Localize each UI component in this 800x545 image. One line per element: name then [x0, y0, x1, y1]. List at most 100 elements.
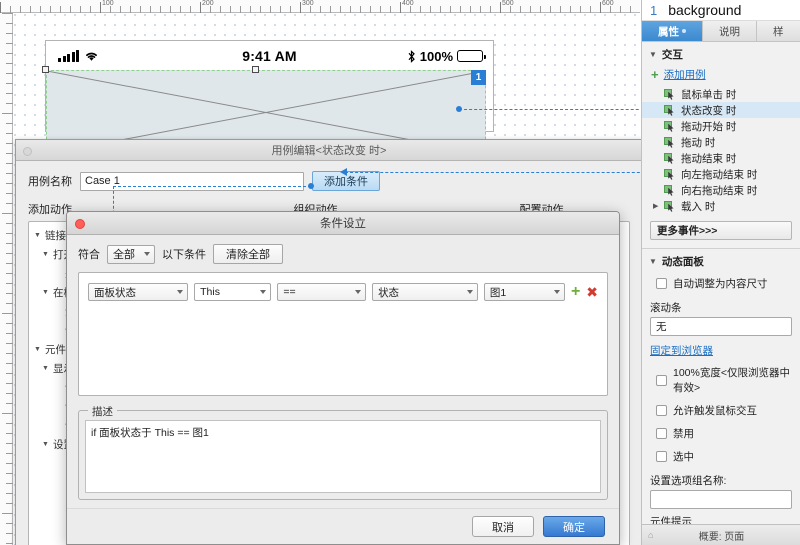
- ruler-tick: [120, 6, 121, 13]
- ruler-label: 200: [202, 0, 214, 7]
- condition-row[interactable]: 面板状态 This == 状态 图1 + ✖: [88, 283, 598, 301]
- ruler-tick: [40, 6, 41, 13]
- ruler-tick: [600, 2, 601, 13]
- add-case-button[interactable]: + 添加用例: [642, 65, 800, 86]
- event-label: 拖动 时: [681, 136, 716, 149]
- tab-properties[interactable]: 属性: [642, 21, 703, 41]
- ruler-label: 500: [502, 0, 514, 7]
- checkbox-label: 允许触发鼠标交互: [673, 405, 757, 417]
- ruler-tick: [6, 273, 13, 274]
- description-legend: 描述: [88, 404, 117, 419]
- chevron-down-icon[interactable]: ▼: [42, 365, 50, 372]
- match-mode-select[interactable]: 全部: [107, 244, 155, 264]
- section-header-interaction[interactable]: ▼ 交互: [642, 42, 800, 65]
- chevron-down-icon[interactable]: ▼: [34, 346, 42, 353]
- chevron-down-icon: [466, 290, 473, 294]
- condition-operator-select[interactable]: ==: [277, 283, 367, 301]
- resize-handle-top-center[interactable]: [252, 66, 259, 73]
- pin-to-browser-link[interactable]: 固定到浏览器: [642, 336, 800, 361]
- checkbox[interactable]: [656, 451, 667, 462]
- plus-icon[interactable]: +: [571, 284, 580, 300]
- condition-target-select[interactable]: This: [194, 283, 272, 301]
- dynamic-panel-checkbox-row[interactable]: 100%宽度<仅限浏览器中有效>: [642, 361, 800, 399]
- event-list-item[interactable]: 拖动 时: [642, 134, 800, 150]
- checkbox[interactable]: [656, 374, 667, 386]
- properties-scroll-area[interactable]: ▼ 交互 + 添加用例 鼠标单击 时状态改变 时拖动开始 时拖动 时拖动结束 时…: [642, 42, 800, 544]
- event-cursor-icon: [664, 200, 675, 212]
- ruler-tick: [560, 6, 561, 13]
- chevron-down-icon[interactable]: ▼: [42, 251, 50, 258]
- ruler-tick: [6, 173, 13, 174]
- right-properties-panel[interactable]: 1 background 属性 说明 样 ▼ 交互 + 添加用例 鼠标单击 时状态改…: [641, 0, 800, 545]
- cancel-button[interactable]: 取消: [472, 516, 534, 537]
- tab-label: 样: [773, 25, 784, 38]
- properties-tabs[interactable]: 属性 说明 样: [642, 21, 800, 42]
- event-label: 向右拖动结束 时: [681, 184, 758, 197]
- event-list-item[interactable]: 拖动开始 时: [642, 118, 800, 134]
- dynamic-panel-checkbox-row[interactable]: 选中: [642, 445, 800, 468]
- dynamic-panel-checkbox-row[interactable]: 允许触发鼠标交互: [642, 399, 800, 422]
- chevron-right-icon[interactable]: ▶: [653, 202, 658, 210]
- checkbox[interactable]: [656, 405, 667, 416]
- event-cursor-icon: [664, 184, 675, 196]
- ruler-tick: [6, 373, 13, 374]
- chevron-down-icon[interactable]: ▼: [42, 441, 50, 448]
- ruler-tick: [6, 323, 13, 324]
- ruler-tick: [6, 383, 13, 384]
- ruler-tick: [2, 513, 13, 514]
- condition-value-select[interactable]: 图1: [483, 283, 565, 301]
- ruler-tick: [490, 6, 491, 13]
- scrollbar-select[interactable]: 无: [650, 317, 792, 336]
- event-list-item[interactable]: 状态改变 时: [642, 102, 800, 118]
- ruler-tick: [370, 6, 371, 13]
- ruler-tick: [6, 283, 13, 284]
- auto-fit-checkbox-row[interactable]: 自动调整为内容尺寸: [642, 272, 800, 295]
- event-label: 鼠标单击 时: [681, 88, 737, 101]
- chevron-down-icon: ▼: [649, 257, 657, 266]
- close-icon[interactable]: [75, 219, 85, 229]
- ruler-tick: [140, 6, 141, 13]
- dynamic-panel-checkbox-row[interactable]: 禁用: [642, 422, 800, 445]
- auto-fit-checkbox[interactable]: [656, 278, 667, 289]
- ruler-tick: [6, 53, 13, 54]
- close-icon[interactable]: ✖: [586, 285, 598, 299]
- ruler-tick: [340, 6, 341, 13]
- event-list-item[interactable]: 向右拖动结束 时: [642, 182, 800, 198]
- ruler-tick: [630, 6, 631, 13]
- section-header-dynamic-panel[interactable]: ▼ 动态面板: [642, 249, 800, 272]
- ruler-tick: [60, 6, 61, 13]
- condition-subject-select[interactable]: 面板状态: [88, 283, 189, 301]
- action-tree-item-label: 链接: [45, 230, 66, 242]
- event-list-item[interactable]: 拖动结束 时: [642, 150, 800, 166]
- condition-dialog-footer: 取消 确定: [67, 508, 619, 544]
- resize-handle-top-left[interactable]: [42, 66, 49, 73]
- ruler-tick: [0, 2, 1, 13]
- ruler-tick: [480, 6, 481, 13]
- checkbox[interactable]: [656, 428, 667, 439]
- event-list-item[interactable]: ▶ 载入 时: [642, 198, 800, 214]
- more-events-button[interactable]: 更多事件>>>: [650, 221, 792, 240]
- condition-rows-list[interactable]: 面板状态 This == 状态 图1 + ✖: [78, 272, 608, 396]
- ruler-tick: [6, 63, 13, 64]
- radio-group-input[interactable]: [650, 490, 792, 509]
- event-list-item[interactable]: 向左拖动结束 时: [642, 166, 800, 182]
- ok-button[interactable]: 确定: [543, 516, 605, 537]
- dynamic-panel-checkbox-group[interactable]: 100%宽度<仅限浏览器中有效> 允许触发鼠标交互禁用 选中: [642, 361, 800, 468]
- panel-state-badge: 1: [471, 70, 486, 85]
- event-label: 拖动开始 时: [681, 120, 737, 133]
- tab-styles[interactable]: 样: [757, 21, 800, 41]
- close-icon[interactable]: [23, 147, 32, 156]
- tab-notes[interactable]: 说明: [703, 21, 757, 41]
- ruler-tick: [130, 6, 131, 13]
- ruler-tick: [380, 6, 381, 13]
- chevron-down-icon[interactable]: ▼: [42, 289, 50, 296]
- condition-dialog[interactable]: 条件设立 符合 全部 以下条件 清除全部 面板状态 This == 状态 图1 …: [66, 211, 620, 545]
- condition-operator-value: ==: [283, 286, 296, 298]
- event-list-item[interactable]: 鼠标单击 时: [642, 86, 800, 102]
- ruler-tick: [6, 363, 13, 364]
- clear-all-button[interactable]: 清除全部: [213, 244, 283, 264]
- ruler-tick: [2, 313, 13, 314]
- condition-property-select[interactable]: 状态: [372, 283, 478, 301]
- chevron-down-icon[interactable]: ▼: [34, 232, 42, 239]
- event-list[interactable]: 鼠标单击 时状态改变 时拖动开始 时拖动 时拖动结束 时向左拖动结束 时向右拖动…: [642, 86, 800, 214]
